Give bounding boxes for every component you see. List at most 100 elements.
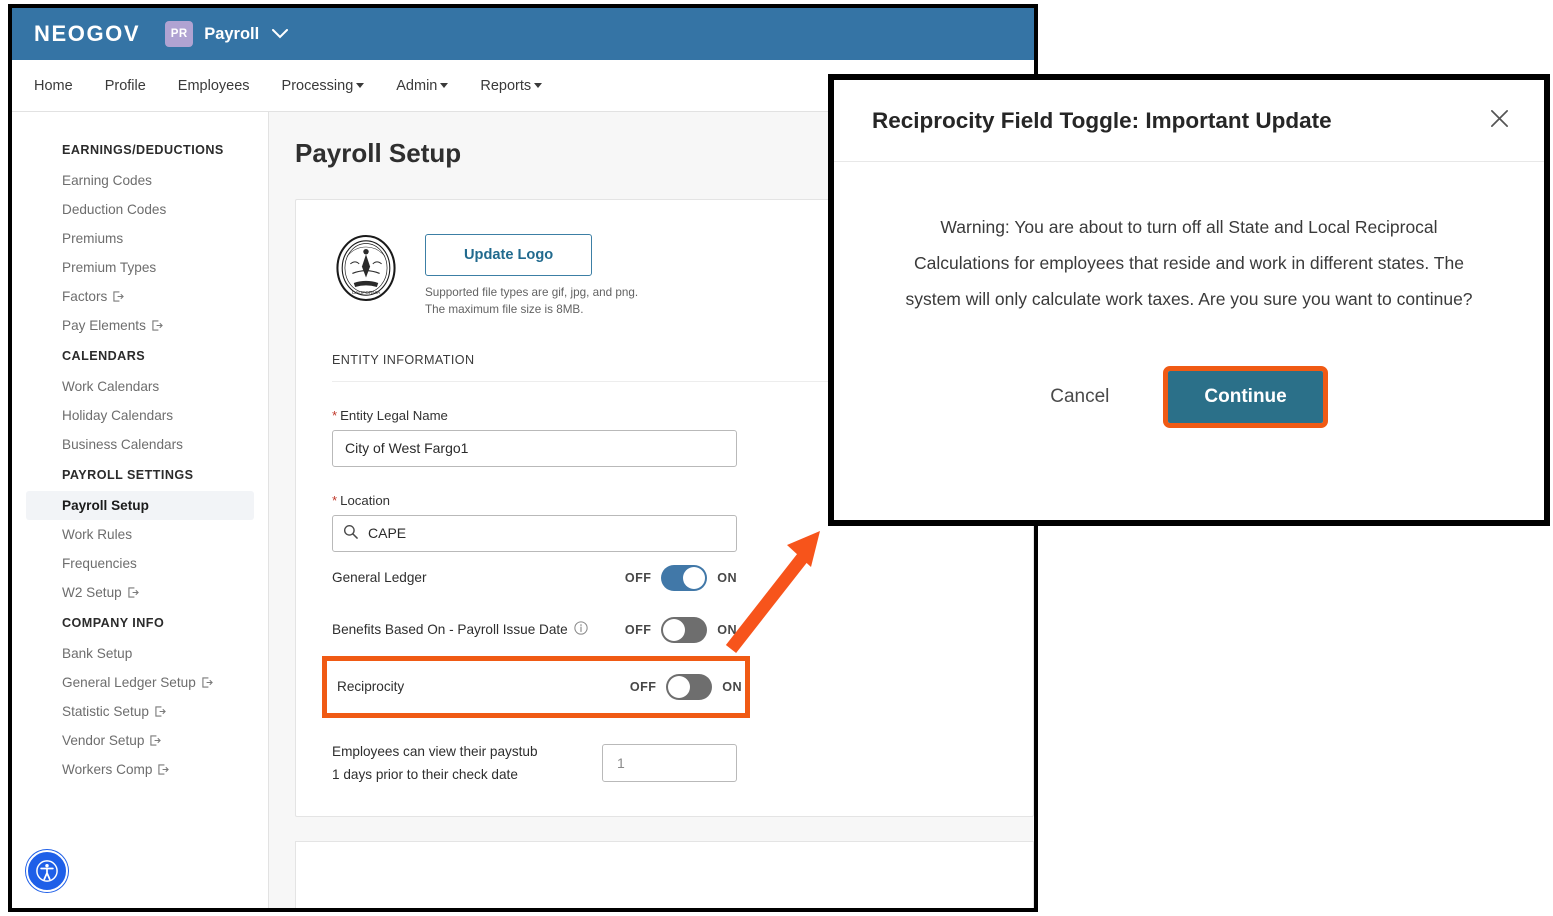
toggle-off-label: OFF bbox=[624, 622, 652, 637]
benefits-toggle-group: OFF ON bbox=[624, 616, 737, 643]
entity-legal-name-label: * Entity Legal Name bbox=[332, 408, 737, 423]
sidebar-item-pay-elements[interactable]: Pay Elements bbox=[12, 311, 268, 340]
reciprocity-highlight-annotation: Reciprocity OFF ON bbox=[322, 655, 750, 718]
cancel-button[interactable]: Cancel bbox=[1050, 386, 1109, 408]
sidebar-item-general-ledger-setup[interactable]: General Ledger Setup bbox=[12, 668, 268, 697]
sidebar-item-label: Frequencies bbox=[62, 556, 137, 571]
benefits-based-on-switch[interactable] bbox=[661, 616, 708, 643]
nav-label: Reports bbox=[480, 77, 532, 94]
entity-legal-name-field: * Entity Legal Name City of West Fargo1 bbox=[332, 408, 737, 467]
toggle-off-label: OFF bbox=[624, 570, 652, 585]
sidebar-item-label: Bank Setup bbox=[62, 646, 133, 661]
nav-item-home[interactable]: Home bbox=[34, 78, 73, 94]
external-link-icon bbox=[155, 706, 166, 717]
brand-bar: NEOGOV PR Payroll bbox=[12, 8, 1034, 60]
external-link-icon bbox=[128, 587, 139, 598]
sidebar-item-premiums[interactable]: Premiums bbox=[12, 224, 268, 253]
nav-item-profile[interactable]: Profile bbox=[105, 78, 146, 94]
location-input[interactable]: CAPE bbox=[332, 514, 737, 552]
logo-hint-line1: Supported file types are gif, jpg, and p… bbox=[425, 286, 639, 299]
nav-item-admin[interactable]: Admin bbox=[396, 78, 449, 94]
field-label-text: Entity Legal Name bbox=[340, 407, 448, 423]
switch-knob bbox=[683, 566, 706, 589]
switch-knob bbox=[668, 675, 691, 698]
reciprocity-switch[interactable] bbox=[666, 673, 713, 700]
general-ledger-switch[interactable] bbox=[661, 564, 708, 591]
sidebar-item-holiday-calendars[interactable]: Holiday Calendars bbox=[12, 401, 268, 430]
sidebar-item-label: General Ledger Setup bbox=[62, 675, 196, 690]
sidebar-item-w2-setup[interactable]: W2 Setup bbox=[12, 578, 268, 607]
caret-down-icon bbox=[440, 83, 449, 89]
input-value: CAPE bbox=[368, 525, 407, 542]
reciprocity-toggle-group: OFF ON bbox=[629, 673, 742, 700]
entity-legal-name-input[interactable]: City of West Fargo1 bbox=[332, 429, 737, 467]
general-ledger-label: General Ledger bbox=[332, 570, 427, 586]
toggle-on-label: ON bbox=[717, 570, 737, 585]
sidebar-item-frequencies[interactable]: Frequencies bbox=[12, 549, 268, 578]
sidebar-item-earning-codes[interactable]: Earning Codes bbox=[12, 166, 268, 195]
input-value: City of West Fargo1 bbox=[345, 440, 469, 457]
sidebar-item-factors[interactable]: Factors bbox=[12, 282, 268, 311]
nav-label: Profile bbox=[104, 77, 146, 94]
toggle-off-label: OFF bbox=[629, 679, 657, 694]
nav-item-processing[interactable]: Processing bbox=[282, 78, 365, 94]
sidebar-item-label: Payroll Setup bbox=[62, 498, 149, 513]
sidebar-item-business-calendars[interactable]: Business Calendars bbox=[12, 430, 268, 459]
general-ledger-toggle-group: OFF ON bbox=[624, 564, 737, 591]
benefits-label-text: Benefits Based On - Payroll Issue Date bbox=[332, 622, 568, 638]
chevron-down-icon[interactable] bbox=[272, 27, 289, 42]
modal-title: Reciprocity Field Toggle: Important Upda… bbox=[872, 107, 1332, 133]
continue-button-highlight-annotation: Continue bbox=[1163, 365, 1328, 428]
app-name-label: Payroll bbox=[204, 24, 260, 43]
general-ledger-toggle-row: General Ledger OFF ON bbox=[332, 552, 737, 604]
location-field: * Location CAPE bbox=[332, 493, 737, 552]
secondary-card: Set bbox=[295, 841, 1034, 908]
reciprocity-warning-modal: Reciprocity Field Toggle: Important Upda… bbox=[828, 74, 1550, 526]
screenshot-root: NEOGOV PR Payroll Home Profile Employees… bbox=[0, 0, 1553, 916]
info-icon[interactable] bbox=[574, 621, 588, 638]
logo-actions: Update Logo Supported file types are gif… bbox=[425, 234, 638, 319]
sidebar-item-payroll-setup[interactable]: Payroll Setup bbox=[26, 491, 254, 520]
sidebar-item-label: Vendor Setup bbox=[62, 733, 145, 748]
nav-item-reports[interactable]: Reports bbox=[480, 77, 543, 94]
close-icon[interactable] bbox=[1489, 108, 1510, 133]
modal-body: Warning: You are about to turn off all S… bbox=[834, 162, 1544, 428]
required-asterisk: * bbox=[332, 492, 338, 508]
sidebar-group-title: PAYROLL SETTINGS bbox=[62, 468, 194, 482]
sidebar-item-label: W2 Setup bbox=[62, 585, 122, 600]
sidebar-item-label: Statistic Setup bbox=[62, 704, 149, 719]
nav-label: Home bbox=[34, 77, 73, 94]
field-label-text: Location bbox=[340, 492, 390, 508]
switch-knob bbox=[663, 618, 686, 641]
sidebar: EARNINGS/DEDUCTIONS Earning Codes Deduct… bbox=[12, 112, 269, 908]
paystub-days-input[interactable]: 1 bbox=[602, 744, 737, 783]
sidebar-item-bank-setup[interactable]: Bank Setup bbox=[12, 639, 268, 668]
update-logo-button[interactable]: Update Logo bbox=[425, 234, 593, 276]
sidebar-item-vendor-setup[interactable]: Vendor Setup bbox=[12, 726, 268, 755]
paystub-label-line2: 1 days prior to their check date bbox=[332, 767, 518, 783]
sidebar-item-statistic-setup[interactable]: Statistic Setup bbox=[12, 697, 268, 726]
nav-label: Processing bbox=[281, 77, 354, 94]
external-link-icon bbox=[202, 677, 213, 688]
required-asterisk: * bbox=[332, 407, 338, 423]
accessibility-icon[interactable] bbox=[26, 850, 68, 892]
caret-down-icon bbox=[356, 83, 365, 89]
modal-actions: Cancel Continue bbox=[894, 365, 1484, 428]
toggle-on-label: ON bbox=[722, 679, 742, 694]
nav-item-employees[interactable]: Employees bbox=[178, 78, 250, 94]
sidebar-item-label: Earning Codes bbox=[62, 173, 152, 188]
sidebar-item-premium-types[interactable]: Premium Types bbox=[12, 253, 268, 282]
location-label: * Location bbox=[332, 493, 737, 508]
sidebar-group-title: EARNINGS/DEDUCTIONS bbox=[62, 143, 224, 157]
sidebar-item-work-calendars[interactable]: Work Calendars bbox=[12, 372, 268, 401]
toggle-on-label: ON bbox=[717, 622, 737, 637]
continue-button[interactable]: Continue bbox=[1168, 370, 1323, 423]
sidebar-item-deduction-codes[interactable]: Deduction Codes bbox=[12, 195, 268, 224]
sidebar-item-workers-comp[interactable]: Workers Comp bbox=[12, 755, 268, 784]
payroll-badge: PR bbox=[165, 21, 194, 47]
reciprocity-toggle-row: Reciprocity OFF ON bbox=[337, 661, 742, 713]
sidebar-item-work-rules[interactable]: Work Rules bbox=[12, 520, 268, 549]
benefits-based-on-label: Benefits Based On - Payroll Issue Date bbox=[332, 621, 588, 638]
external-link-icon bbox=[113, 291, 125, 302]
sidebar-item-label: Deduction Codes bbox=[62, 202, 167, 217]
